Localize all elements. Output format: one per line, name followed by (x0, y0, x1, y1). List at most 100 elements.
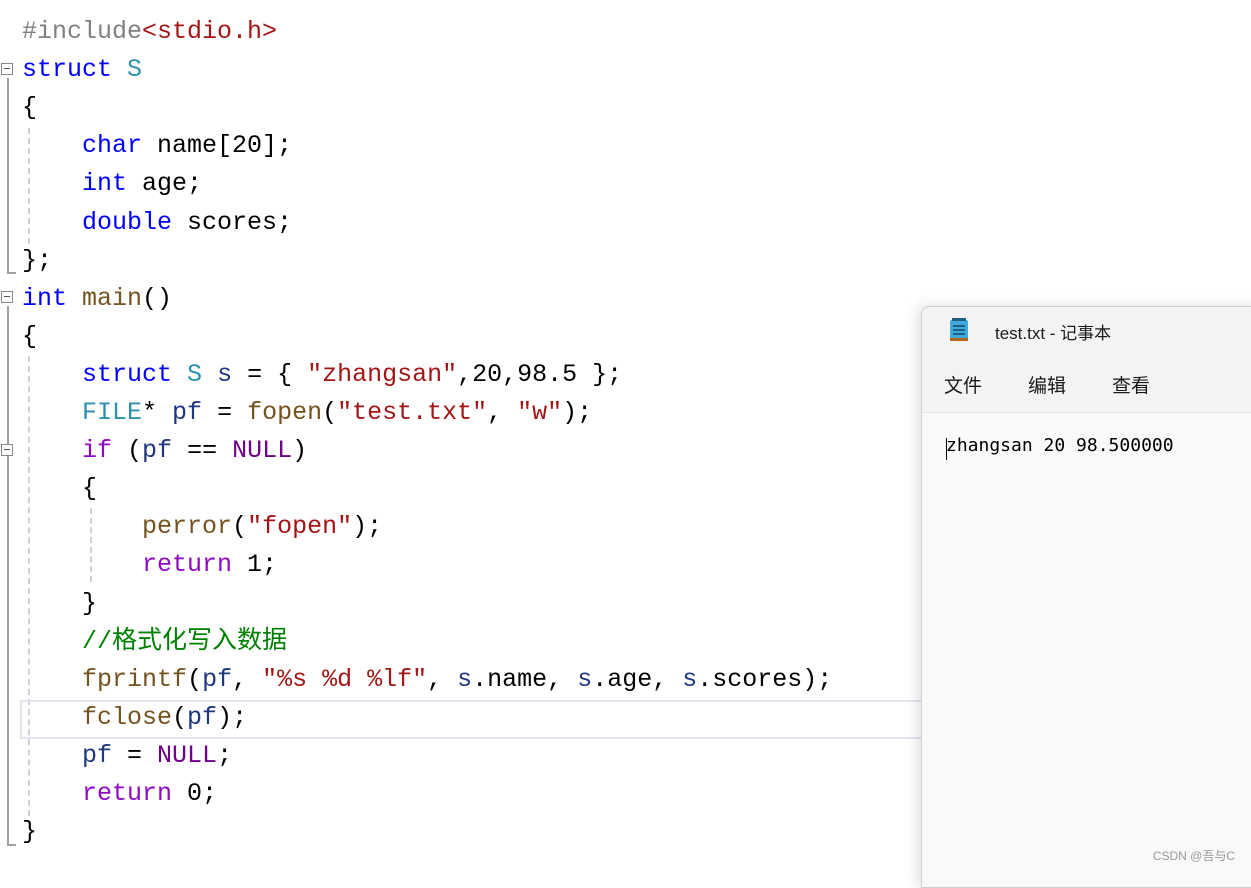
code-token: s (577, 664, 593, 694)
code-token: , (232, 664, 263, 694)
code-token: , (427, 664, 458, 694)
code-token: return (82, 779, 173, 808)
notepad-icon (950, 318, 968, 341)
code-token: .name, (472, 664, 578, 694)
code-line[interactable]: int age; (22, 165, 202, 203)
code-line[interactable]: { (22, 318, 37, 356)
code-line[interactable]: struct S (22, 51, 142, 89)
code-token: int (22, 283, 68, 313)
code-token: ( (322, 398, 338, 427)
code-token: S (127, 55, 143, 85)
code-token: ); (562, 398, 593, 427)
code-token: "test.txt" (337, 398, 488, 427)
code-line[interactable]: fprintf(pf, "%s %d %lf", s.name, s.age, … (22, 661, 832, 699)
code-line[interactable]: } (22, 585, 97, 623)
code-token: }; (22, 245, 53, 275)
code-line[interactable]: struct S s = { "zhangsan",20,98.5 }; (22, 356, 622, 394)
code-line[interactable]: //格式化写入数据 (22, 623, 287, 661)
code-token: .age, (592, 664, 683, 694)
code-token: "%s %d %lf" (262, 664, 428, 694)
code-token: fprintf (82, 664, 188, 694)
fold-region-end (7, 272, 16, 274)
code-token: = { (232, 359, 308, 389)
text-caret (946, 438, 947, 460)
code-token: pf (142, 436, 173, 466)
code-token: * (142, 398, 173, 427)
fold-toggle-main[interactable] (1, 291, 13, 303)
code-token: { (22, 93, 38, 123)
code-token: double (82, 207, 173, 237)
code-token: ( (232, 512, 248, 542)
code-token: ) (292, 436, 308, 466)
code-token: ( (172, 702, 188, 732)
code-line[interactable]: return 0; (22, 775, 217, 813)
code-line[interactable]: }; (22, 242, 52, 280)
code-line[interactable]: int main() (22, 280, 172, 318)
code-token: scores; (172, 207, 293, 237)
code-line[interactable]: pf = NULL; (22, 737, 232, 775)
code-token: = (202, 398, 248, 427)
code-token: perror (142, 512, 233, 542)
code-token: S (187, 359, 203, 389)
code-token: pf (187, 702, 218, 732)
code-token: s (457, 664, 473, 694)
code-token: , (487, 398, 518, 427)
file-content: zhangsan 20 98.500000 (946, 435, 1174, 456)
code-token: return (142, 550, 233, 580)
code-token: char (82, 131, 143, 161)
fold-region-end (7, 844, 16, 846)
fold-region-line (7, 78, 9, 274)
code-token: if (82, 436, 113, 466)
code-token: s (217, 359, 233, 389)
code-line[interactable]: FILE* pf = fopen("test.txt", "w"); (22, 394, 592, 432)
code-line[interactable]: perror("fopen"); (22, 508, 382, 546)
code-token: //格式化写入数据 (82, 626, 288, 656)
code-line[interactable]: char name[20]; (22, 127, 292, 165)
code-line[interactable]: fclose(pf); (22, 699, 247, 737)
code-line[interactable]: double scores; (22, 204, 292, 242)
code-token: () (142, 283, 173, 313)
notepad-window[interactable]: test.txt - 记事本 文件 编辑 查看 zhangsan 20 98.5… (921, 306, 1251, 888)
code-line[interactable]: #include<stdio.h> (22, 13, 277, 51)
code-token: } (22, 588, 98, 618)
code-line[interactable]: { (22, 470, 97, 508)
fold-region-line (7, 306, 9, 846)
code-token: ); (352, 512, 383, 542)
code-token: NULL (232, 436, 293, 466)
code-line[interactable]: return 1; (22, 546, 277, 584)
code-token: struct (82, 359, 173, 389)
code-token: struct (22, 55, 113, 85)
code-token: "w" (517, 398, 563, 427)
code-line[interactable]: if (pf == NULL) (22, 432, 307, 470)
menu-file[interactable]: 文件 (944, 371, 982, 398)
code-token: pf (82, 740, 113, 770)
code-token: int (82, 169, 128, 199)
code-token: pf (202, 664, 233, 694)
fold-toggle-if[interactable] (1, 444, 13, 456)
code-line[interactable]: { (22, 89, 37, 127)
text-area[interactable]: zhangsan 20 98.500000 (922, 412, 1251, 887)
code-token: ,20,98.5 }; (457, 359, 623, 389)
fold-toggle-struct[interactable] (1, 63, 13, 75)
code-line[interactable]: } (22, 813, 37, 851)
code-token: age; (127, 169, 203, 199)
code-token: { (22, 474, 98, 504)
menu-edit[interactable]: 编辑 (1028, 371, 1066, 398)
code-token: pf (172, 398, 203, 427)
code-token: { (22, 321, 38, 351)
code-token: #include (22, 17, 143, 46)
menu-view[interactable]: 查看 (1112, 371, 1150, 398)
code-token: fclose (82, 702, 173, 732)
